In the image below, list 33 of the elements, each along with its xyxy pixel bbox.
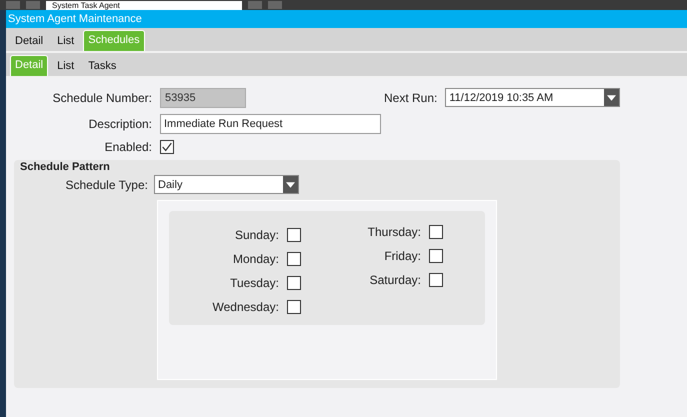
field-label: Description: [88, 117, 152, 131]
day-label: Saturday: [370, 272, 421, 286]
tab[interactable]: Tasks [83, 56, 122, 76]
caret-icon [607, 94, 616, 100]
tab[interactable]: Detail [10, 31, 48, 51]
next-run-dropdown[interactable]: 11/12/2019 10:35 AM [445, 88, 620, 107]
day-checkbox[interactable] [429, 248, 443, 262]
day-checkbox[interactable] [287, 252, 301, 266]
day-label: Wednesday: [212, 300, 279, 314]
schedule-type-dropdown[interactable]: Daily [154, 175, 299, 194]
window-title: System Agent Maintenance [6, 10, 687, 28]
day-label: Monday: [232, 252, 279, 266]
day-checkbox[interactable] [429, 224, 443, 238]
day-checkbox[interactable] [287, 276, 301, 290]
day-checkbox[interactable] [287, 300, 301, 314]
day-label: Sunday: [234, 228, 279, 242]
day-label: Tuesday: [230, 276, 279, 290]
field-label: Enabled: [104, 140, 152, 154]
agent-field[interactable]: System Task Agent [46, 0, 242, 10]
caret-icon [286, 182, 295, 188]
section-title: Schedule Pattern [20, 160, 111, 173]
enabled-checkbox[interactable] [160, 140, 174, 154]
day-label: Thursday: [368, 224, 421, 238]
day-checkbox[interactable] [287, 228, 301, 242]
description-field[interactable]: Immediate Run Request [160, 114, 381, 134]
tab[interactable]: List [52, 56, 80, 76]
field-label: Schedule Number: [52, 91, 152, 105]
field-label: Next Run: [384, 90, 438, 104]
day-label: Friday: [384, 248, 421, 262]
tab[interactable]: List [52, 31, 80, 51]
field-label: Schedule Type: [64, 178, 148, 192]
day-checkbox[interactable] [429, 272, 443, 286]
schedule-number-field: 53935 [160, 88, 246, 108]
